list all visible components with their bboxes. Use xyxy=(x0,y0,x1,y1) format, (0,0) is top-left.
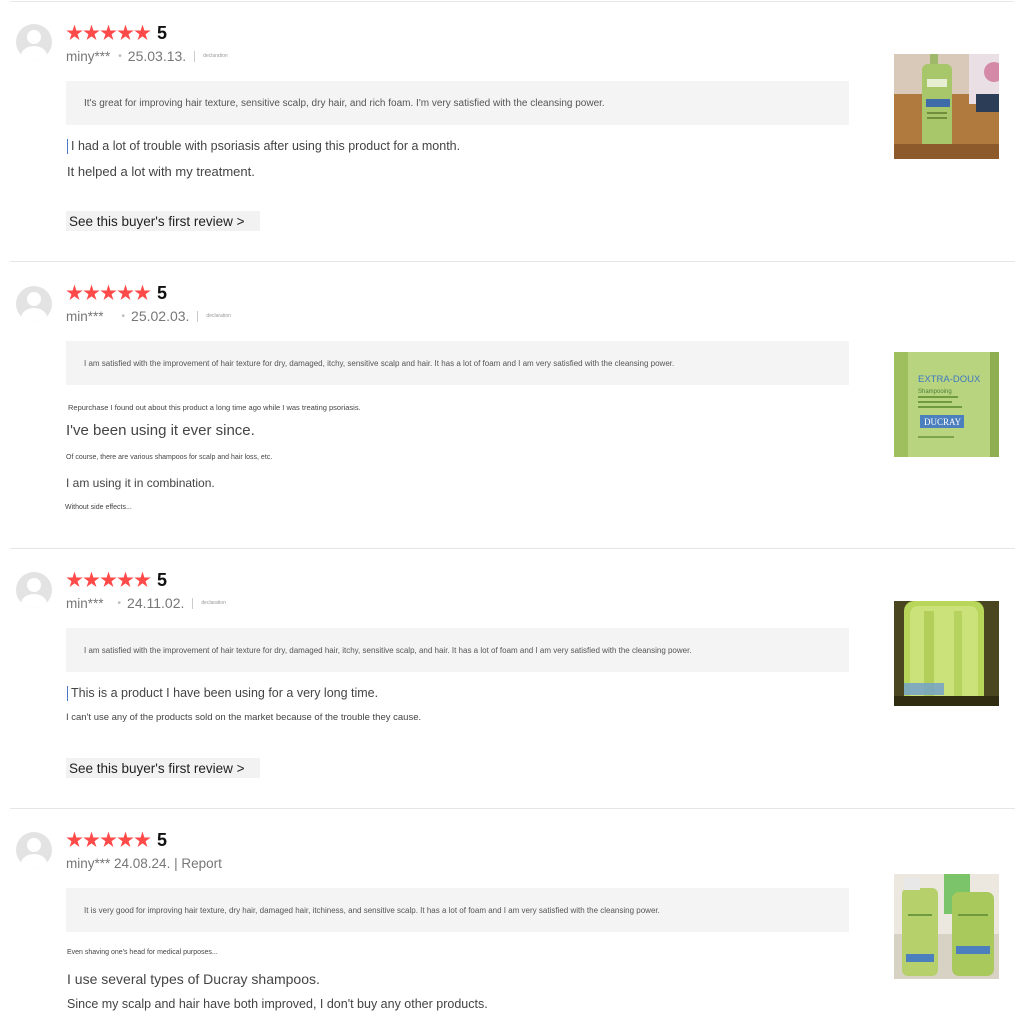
review-text: It helped a lot with my treatment. xyxy=(67,164,255,179)
star-rating: 5 xyxy=(66,829,167,851)
star-rating: 5 xyxy=(66,282,167,304)
star-icon xyxy=(134,831,151,847)
review-summary: It's great for improving hair texture, s… xyxy=(66,81,849,125)
review-date: 25.03.13. xyxy=(127,48,187,64)
star-rating: 5 xyxy=(66,569,167,591)
review-meta: miny*** 24.08.24. | Report xyxy=(66,856,222,871)
star-icon xyxy=(117,831,134,847)
star-rating: 5 xyxy=(66,22,167,44)
photo-label: EXTRA-DOUX xyxy=(918,374,981,385)
review-meta: miny*** • 25.03.13. declaration xyxy=(66,48,228,64)
svg-text:Shampooing: Shampooing xyxy=(918,389,952,395)
star-icon xyxy=(66,24,83,40)
star-icon xyxy=(83,284,100,300)
review-text: I had a lot of trouble with psoriasis af… xyxy=(67,139,460,155)
review-summary: I am satisfied with the improvement of h… xyxy=(66,341,849,385)
star-icon xyxy=(117,571,134,587)
svg-text:DUCRAY: DUCRAY xyxy=(924,417,962,427)
avatar xyxy=(16,572,52,608)
review-meta: min*** • 25.02.03. declaration xyxy=(66,308,231,324)
star-icon xyxy=(117,284,134,300)
star-icon xyxy=(83,831,100,847)
star-icon xyxy=(66,284,83,300)
star-icon xyxy=(134,24,151,40)
avatar xyxy=(16,832,52,868)
review-item: 5 min*** • 25.02.03. declaration I am sa… xyxy=(0,262,1024,548)
star-icon xyxy=(100,571,117,587)
review-meta: min*** • 24.11.02. declaration xyxy=(66,595,226,611)
review-item: 5 min*** • 24.11.02. declaration I am sa… xyxy=(0,548,1024,808)
review-summary: I am satisfied with the improvement of h… xyxy=(66,628,849,672)
username: min*** xyxy=(66,595,104,611)
review-text: Without side effects... xyxy=(65,504,132,511)
rating-score: 5 xyxy=(157,829,168,850)
review-item: 5 miny*** • 25.03.13. declaration It's g… xyxy=(0,0,1024,262)
username: min*** xyxy=(66,308,104,324)
report-link[interactable]: declaration xyxy=(203,53,227,59)
star-icon xyxy=(100,24,117,40)
review-text: Since my scalp and hair have both improv… xyxy=(67,997,488,1011)
rating-score: 5 xyxy=(157,22,168,43)
review-text: I am using it in combination. xyxy=(66,476,215,490)
review-photo[interactable] xyxy=(894,601,999,706)
rating-score: 5 xyxy=(157,282,168,303)
review-photo[interactable]: EXTRA-DOUX Shampooing DUCRAY xyxy=(894,352,999,457)
review-date: 25.02.03. xyxy=(131,308,190,324)
star-icon xyxy=(100,831,117,847)
star-icon xyxy=(83,571,100,587)
review-summary: It is very good for improving hair textu… xyxy=(66,888,849,932)
review-item: 5 miny*** 24.08.24. | Report It is very … xyxy=(0,808,1024,1024)
star-icon xyxy=(134,571,151,587)
rating-score: 5 xyxy=(157,569,168,590)
first-review-button[interactable]: See this buyer's first review > xyxy=(66,758,260,778)
first-review-button[interactable]: See this buyer's first review > xyxy=(66,211,260,231)
star-icon xyxy=(100,284,117,300)
review-text: I've been using it ever since. xyxy=(66,422,255,439)
review-text: I use several types of Ducray shampoos. xyxy=(67,971,320,987)
review-text: I can't use any of the products sold on … xyxy=(66,712,422,723)
avatar xyxy=(16,286,52,322)
review-text: Even shaving one's head for medical purp… xyxy=(67,949,218,956)
review-text: Of course, there are various shampoos fo… xyxy=(66,454,273,461)
star-icon xyxy=(134,284,151,300)
review-date: 24.11.02. xyxy=(127,595,185,611)
star-icon xyxy=(66,571,83,587)
avatar xyxy=(16,24,52,60)
username: miny*** xyxy=(66,48,111,64)
text-cursor xyxy=(67,139,68,155)
review-meta-text: miny*** 24.08.24. | Report xyxy=(66,856,222,871)
star-icon xyxy=(117,24,134,40)
report-link[interactable]: declaration xyxy=(206,313,230,319)
review-photo[interactable] xyxy=(894,874,999,979)
review-text: Repurchase I found out about this produc… xyxy=(68,403,361,412)
review-text: This is a product I have been using for … xyxy=(67,686,378,702)
star-icon xyxy=(83,24,100,40)
review-photo[interactable] xyxy=(894,54,999,159)
star-icon xyxy=(66,831,83,847)
text-cursor xyxy=(67,686,68,702)
report-link[interactable]: declaration xyxy=(201,600,225,606)
